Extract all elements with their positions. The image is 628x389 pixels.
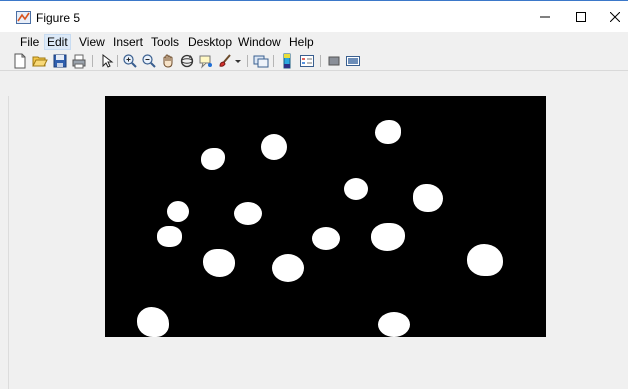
- blob-region: [167, 201, 189, 222]
- blob-region: [312, 227, 340, 250]
- binary-image-axes[interactable]: [105, 96, 546, 337]
- maximize-icon: [576, 12, 586, 22]
- save-icon[interactable]: [52, 53, 68, 69]
- toolbar-separator: [92, 55, 93, 67]
- blob-region: [157, 226, 182, 247]
- menu-help[interactable]: Help: [287, 35, 316, 49]
- figure-toolbar: [0, 52, 628, 71]
- blob-region: [467, 244, 503, 276]
- menu-insert[interactable]: Insert: [111, 35, 145, 49]
- toolbar-separator: [320, 55, 321, 67]
- new-figure-icon[interactable]: [12, 53, 28, 69]
- maximize-button[interactable]: [566, 7, 596, 27]
- menu-edit[interactable]: Edit: [44, 34, 71, 50]
- brush-dropdown-icon[interactable]: [234, 53, 242, 69]
- zoom-in-icon[interactable]: [122, 53, 138, 69]
- figure-panel-edge: [8, 96, 9, 389]
- blob-region: [378, 312, 410, 337]
- title-bar[interactable]: Figure 5: [0, 0, 628, 32]
- blob-region: [371, 223, 405, 251]
- brush-icon[interactable]: [217, 53, 233, 69]
- menu-view[interactable]: View: [77, 35, 107, 49]
- matlab-figure-icon: [16, 11, 31, 24]
- show-plot-tools-icon[interactable]: [345, 53, 361, 69]
- blob-region: [261, 134, 287, 160]
- menu-bar: File Edit View Insert Tools Desktop Wind…: [0, 32, 628, 52]
- blob-region: [234, 202, 262, 225]
- blob-region: [137, 307, 169, 337]
- figure-window: Figure 5 File Edit View Insert Tools Des…: [0, 0, 628, 389]
- minimize-icon: [540, 16, 550, 18]
- close-button[interactable]: [600, 7, 628, 27]
- print-icon[interactable]: [71, 53, 87, 69]
- blob-region: [203, 249, 235, 277]
- blob-region: [344, 178, 368, 200]
- open-file-icon[interactable]: [32, 53, 48, 69]
- minimize-button[interactable]: [530, 7, 560, 27]
- blob-region: [201, 148, 225, 170]
- menu-tools[interactable]: Tools: [149, 35, 181, 49]
- menu-file[interactable]: File: [18, 35, 41, 49]
- menu-desktop[interactable]: Desktop: [186, 35, 234, 49]
- blob-region: [375, 120, 401, 144]
- data-cursor-icon[interactable]: [198, 53, 214, 69]
- toolbar-separator: [247, 55, 248, 67]
- colorbar-icon[interactable]: [279, 53, 295, 69]
- pan-icon[interactable]: [160, 53, 176, 69]
- select-arrow-icon[interactable]: [98, 53, 114, 69]
- menu-window[interactable]: Window: [236, 35, 283, 49]
- link-plot-icon[interactable]: [253, 53, 269, 69]
- rotate-3d-icon[interactable]: [179, 53, 195, 69]
- blob-region: [272, 254, 304, 282]
- zoom-out-icon[interactable]: [141, 53, 157, 69]
- toolbar-separator: [117, 55, 118, 67]
- hide-plot-tools-icon[interactable]: [326, 53, 342, 69]
- blob-region: [413, 184, 443, 212]
- toolbar-separator: [273, 55, 274, 67]
- window-title: Figure 5: [36, 11, 81, 25]
- legend-icon[interactable]: [299, 53, 315, 69]
- close-icon: [610, 12, 620, 22]
